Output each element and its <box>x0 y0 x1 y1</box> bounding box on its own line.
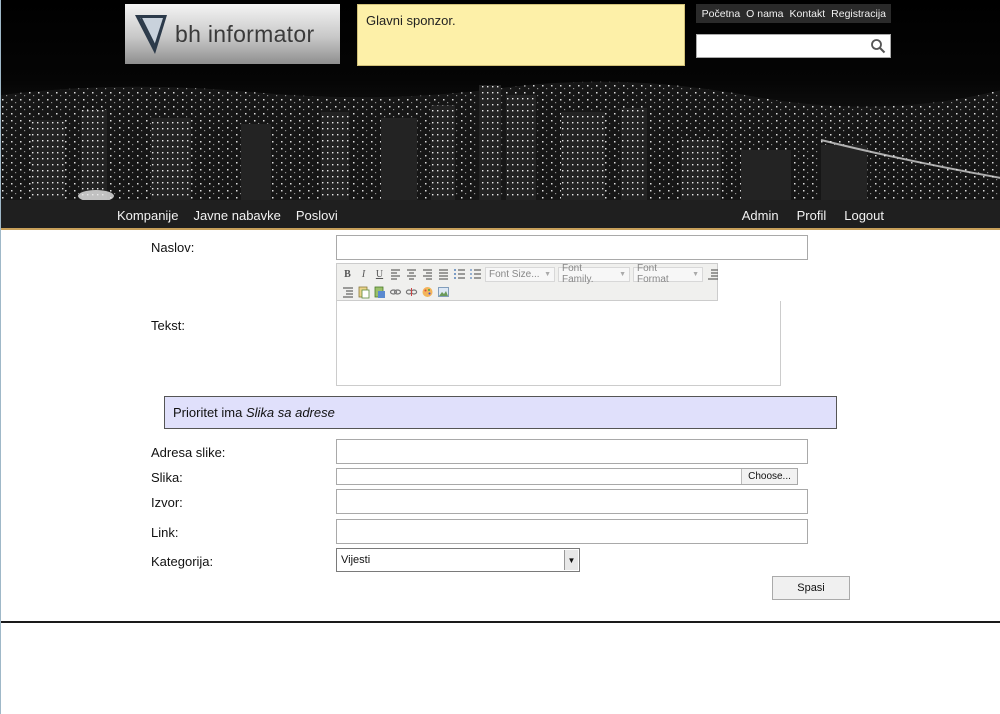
font-format-label: Font Format <box>637 263 669 285</box>
adresa-slike-input[interactable] <box>336 439 808 464</box>
top-link-kontakt[interactable]: Kontakt <box>790 8 826 20</box>
nav-item-poslovi[interactable]: Poslovi <box>296 208 338 223</box>
bold-icon[interactable]: B <box>341 267 354 281</box>
izvor-label: Izvor: <box>151 495 183 510</box>
top-link-o-nama[interactable]: O nama <box>746 8 783 20</box>
logo-text: bh informator <box>175 20 315 47</box>
nav-item-javne-nabavke[interactable]: Javne nabavke <box>193 208 280 223</box>
naslov-input[interactable] <box>336 235 808 260</box>
footer-divider <box>1 621 1000 623</box>
priority-emphasis: Slika sa adrese <box>245 405 335 420</box>
link-label: Link: <box>151 525 179 540</box>
top-link-registracija[interactable]: Registracija <box>831 8 886 20</box>
align-right-icon[interactable] <box>421 267 434 281</box>
save-button[interactable]: Spasi <box>772 576 850 600</box>
sponsor-banner[interactable]: Glavni sponzor. <box>357 4 685 66</box>
font-size-dropdown[interactable]: Font Size... ▼ <box>485 266 555 282</box>
paste-word-icon[interactable] <box>373 285 386 299</box>
main-nav: Kompanije Javne nabavke Poslovi Admin Pr… <box>1 200 1000 230</box>
font-family-dropdown[interactable]: Font Family. ▼ <box>558 263 630 285</box>
font-format-dropdown[interactable]: Font Format ▼ <box>633 263 703 285</box>
nav-item-logout[interactable]: Logout <box>844 208 884 223</box>
choose-file-button[interactable]: Choose... <box>741 469 797 484</box>
priority-prefix: Prioritet ima <box>173 405 246 420</box>
slika-label: Slika: <box>151 470 183 485</box>
numbered-list-icon[interactable] <box>453 267 466 281</box>
naslov-label: Naslov: <box>151 240 195 255</box>
search-input[interactable] <box>697 35 867 57</box>
nav-item-admin[interactable]: Admin <box>742 208 779 223</box>
align-left-icon[interactable] <box>389 267 402 281</box>
page: bh informator Glavni sponzor. Početna O … <box>0 0 1000 714</box>
paste-text-icon[interactable] <box>357 285 370 299</box>
align-justify-icon[interactable] <box>437 267 450 281</box>
bullet-list-icon[interactable] <box>469 267 482 281</box>
nav-item-kompanije[interactable]: Kompanije <box>117 208 178 223</box>
priority-notice: Prioritet ima Slika sa adrese <box>164 396 837 429</box>
color-palette-icon[interactable] <box>421 285 434 299</box>
tekst-editor-area[interactable] <box>336 301 781 386</box>
link-icon[interactable] <box>389 285 402 299</box>
nav-right: Admin Profil Logout <box>742 200 884 230</box>
slika-file-input[interactable]: Choose... <box>336 468 798 485</box>
izvor-input[interactable] <box>336 489 808 514</box>
nav-left: Kompanije Javne nabavke Poslovi <box>117 200 338 230</box>
toolbar-row-2 <box>341 283 450 301</box>
top-links: Početna O nama Kontakt Registracija <box>696 4 891 23</box>
outdent-icon[interactable] <box>706 267 719 281</box>
chevron-down-icon: ▼ <box>619 270 626 278</box>
logo[interactable]: bh informator <box>125 4 340 64</box>
align-center-icon[interactable] <box>405 267 418 281</box>
unlink-icon[interactable] <box>405 285 418 299</box>
logo-mark-icon <box>135 15 167 54</box>
italic-icon[interactable]: I <box>357 267 370 281</box>
tekst-label: Tekst: <box>151 318 185 333</box>
top-link-pocetna[interactable]: Početna <box>702 8 741 20</box>
search-icon[interactable] <box>870 38 886 54</box>
kategorija-value: Vijesti <box>341 554 371 566</box>
toolbar-row-1: B I U Font Size... ▼ Font Family. ▼ Font F… <box>341 263 719 285</box>
chevron-down-icon: ▼ <box>544 270 551 278</box>
search-box <box>696 34 891 58</box>
kategorija-label: Kategorija: <box>151 554 214 569</box>
dropdown-arrow-icon[interactable]: ▼ <box>564 550 578 570</box>
header: bh informator Glavni sponzor. Početna O … <box>1 0 1000 200</box>
font-size-label: Font Size... <box>489 268 540 280</box>
kategorija-select[interactable]: Vijesti ▼ <box>336 548 580 572</box>
adresa-slike-label: Adresa slike: <box>151 445 226 460</box>
link-input[interactable] <box>336 519 808 544</box>
indent-icon[interactable] <box>341 285 354 299</box>
font-family-label: Font Family. <box>562 263 594 285</box>
editor-toolbar: B I U Font Size... ▼ Font Family. ▼ Font F… <box>336 263 718 301</box>
image-icon[interactable] <box>437 285 450 299</box>
underline-icon[interactable]: U <box>373 267 386 281</box>
chevron-down-icon: ▼ <box>692 270 699 278</box>
nav-item-profil[interactable]: Profil <box>797 208 827 223</box>
